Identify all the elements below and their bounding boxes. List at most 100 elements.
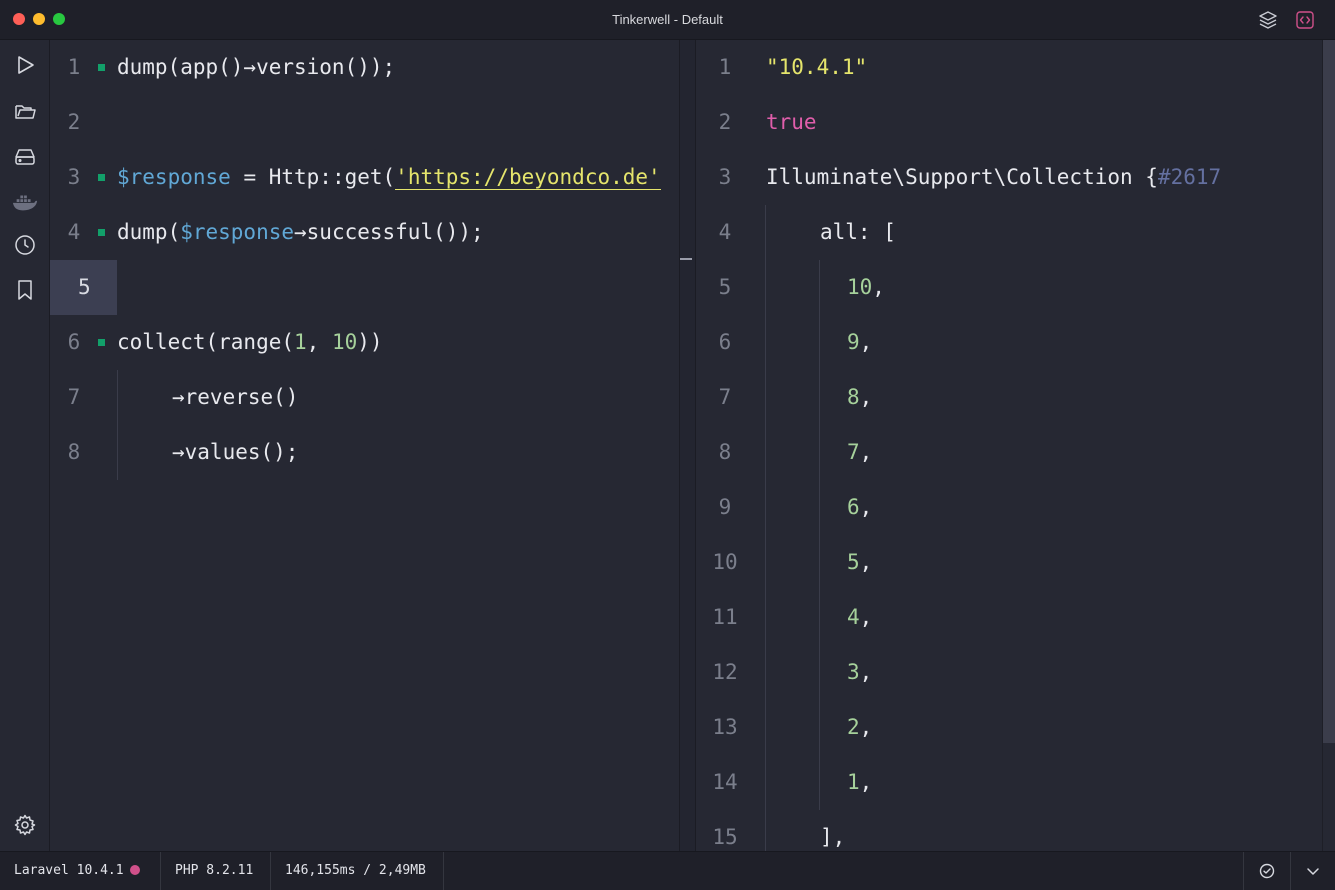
output-line: 3 Illuminate\Support\Collection {#2617 bbox=[696, 150, 1322, 205]
output-line-number: 6 bbox=[718, 330, 732, 354]
dump-marker bbox=[98, 64, 105, 71]
output-scroll-thumb[interactable] bbox=[1323, 40, 1335, 743]
line-number: 6 bbox=[67, 330, 81, 354]
framework-version[interactable]: Laravel 10.4.1 bbox=[0, 852, 161, 890]
output-text: 4, bbox=[847, 590, 872, 645]
run-icon[interactable] bbox=[12, 52, 38, 78]
code-token: →successful()); bbox=[294, 220, 484, 244]
output-token: , bbox=[859, 330, 873, 354]
dump-marker bbox=[98, 229, 105, 236]
code-text[interactable]: →values(); bbox=[172, 425, 298, 480]
output-text: true bbox=[766, 95, 817, 150]
history-icon[interactable] bbox=[12, 232, 38, 258]
code-line[interactable]: 4 dump($response→successful()); bbox=[50, 205, 679, 260]
output-token: 4 bbox=[847, 605, 860, 629]
output-text: all: [ bbox=[820, 205, 896, 260]
output-token: 1 bbox=[847, 770, 860, 794]
code-line[interactable]: 5 bbox=[50, 260, 679, 315]
output-token: , bbox=[859, 715, 873, 739]
line-number: 8 bbox=[67, 440, 81, 464]
output-text: 3, bbox=[847, 645, 872, 700]
output-line-number: 14 bbox=[712, 770, 738, 794]
output-token: , bbox=[872, 275, 885, 299]
line-number: 4 bbox=[67, 220, 81, 244]
output-token: 5 bbox=[847, 550, 860, 574]
code-line[interactable]: 2 bbox=[50, 95, 679, 150]
code-line[interactable]: 1 dump(app()→version()); bbox=[50, 40, 679, 95]
line-number: 1 bbox=[67, 55, 81, 79]
folder-icon[interactable] bbox=[12, 99, 38, 125]
php-version[interactable]: PHP 8.2.11 bbox=[161, 852, 271, 890]
status-bar: Laravel 10.4.1 PHP 8.2.11 146,155ms / 2,… bbox=[0, 851, 1335, 890]
code-token: , bbox=[306, 330, 332, 354]
code-text[interactable]: dump($response→successful()); bbox=[117, 205, 484, 260]
code-token: )) bbox=[357, 330, 383, 354]
info-icon[interactable] bbox=[129, 864, 140, 875]
output-line: 7 8, bbox=[696, 370, 1322, 425]
output-text: 10, bbox=[847, 260, 885, 315]
output-text: 5, bbox=[847, 535, 872, 590]
output-line: 9 6, bbox=[696, 480, 1322, 535]
code-line[interactable]: 3 $response = Http::get('https://beyondco… bbox=[50, 150, 679, 205]
output-text: "10.4.1" bbox=[766, 40, 867, 95]
database-icon[interactable] bbox=[12, 144, 38, 170]
code-token: $response bbox=[180, 220, 295, 244]
code-text[interactable]: →reverse() bbox=[172, 370, 298, 425]
code-token: collect(range( bbox=[117, 330, 295, 354]
output-token: 7 bbox=[847, 440, 860, 464]
output-text: Illuminate\Support\Collection {#2617 bbox=[766, 150, 1221, 205]
code-token: = Http::get( bbox=[230, 165, 396, 189]
output-token: , bbox=[859, 495, 873, 519]
output-line: 10 5, bbox=[696, 535, 1322, 590]
line-number: 7 bbox=[67, 385, 81, 409]
output-line-number: 12 bbox=[712, 660, 738, 684]
line-number: 3 bbox=[67, 165, 81, 189]
code-token: dump( bbox=[117, 220, 181, 244]
code-text[interactable]: $response = Http::get('https://beyondco.… bbox=[117, 150, 661, 205]
code-text[interactable]: dump(app()→version()); bbox=[117, 40, 395, 95]
check-circle-icon[interactable] bbox=[1243, 852, 1290, 890]
output-line: 12 3, bbox=[696, 645, 1322, 700]
layers-icon[interactable] bbox=[1257, 9, 1279, 31]
output-line-number: 8 bbox=[718, 440, 732, 464]
code-line[interactable]: 7 →reverse() bbox=[50, 370, 679, 425]
code-editor[interactable]: 1 dump(app()→version()); 2 3 $response = Htt… bbox=[50, 40, 679, 851]
output-line-number: 2 bbox=[718, 110, 732, 134]
line-number: 2 bbox=[67, 110, 81, 134]
output-token: ], bbox=[820, 825, 846, 849]
code-line[interactable]: 6 collect(range(1, 10)) bbox=[50, 315, 679, 370]
code-text[interactable]: collect(range(1, 10)) bbox=[117, 315, 383, 370]
output-token: "10.4.1" bbox=[766, 55, 868, 79]
code-token: 10 bbox=[331, 330, 358, 354]
output-line-number: 13 bbox=[712, 715, 738, 739]
output-line: 2 true bbox=[696, 95, 1322, 150]
output-line-number: 15 bbox=[712, 825, 738, 849]
code-token: dump(app()→version()); bbox=[117, 55, 396, 79]
settings-icon[interactable] bbox=[12, 812, 38, 838]
output-line: 4 all: [ bbox=[696, 205, 1322, 260]
divider-grip[interactable] bbox=[680, 258, 692, 260]
output-token: 9 bbox=[847, 330, 860, 354]
docker-icon[interactable] bbox=[12, 189, 38, 215]
output-line-number: 7 bbox=[718, 385, 732, 409]
output-text: ], bbox=[820, 810, 845, 851]
title-bar: Tinkerwell - Default bbox=[0, 0, 1335, 40]
pane-divider[interactable] bbox=[679, 40, 696, 851]
output-token: , bbox=[859, 385, 873, 409]
output-text: 6, bbox=[847, 480, 872, 535]
code-token: 1 bbox=[294, 330, 307, 354]
chevron-down-icon[interactable] bbox=[1290, 852, 1335, 890]
output-text: 9, bbox=[847, 315, 872, 370]
output-text: 7, bbox=[847, 425, 872, 480]
code-brackets-icon[interactable] bbox=[1294, 9, 1316, 31]
output-line: 14 1, bbox=[696, 755, 1322, 810]
output-token: , bbox=[859, 660, 873, 684]
output-token: , bbox=[859, 770, 873, 794]
output-line-number: 9 bbox=[718, 495, 732, 519]
output-line: 6 9, bbox=[696, 315, 1322, 370]
sidebar bbox=[0, 40, 50, 851]
output-line: 15], bbox=[696, 810, 1322, 851]
output-token: 8 bbox=[847, 385, 860, 409]
bookmark-icon[interactable] bbox=[12, 277, 38, 303]
code-line[interactable]: 8 →values(); bbox=[50, 425, 679, 480]
